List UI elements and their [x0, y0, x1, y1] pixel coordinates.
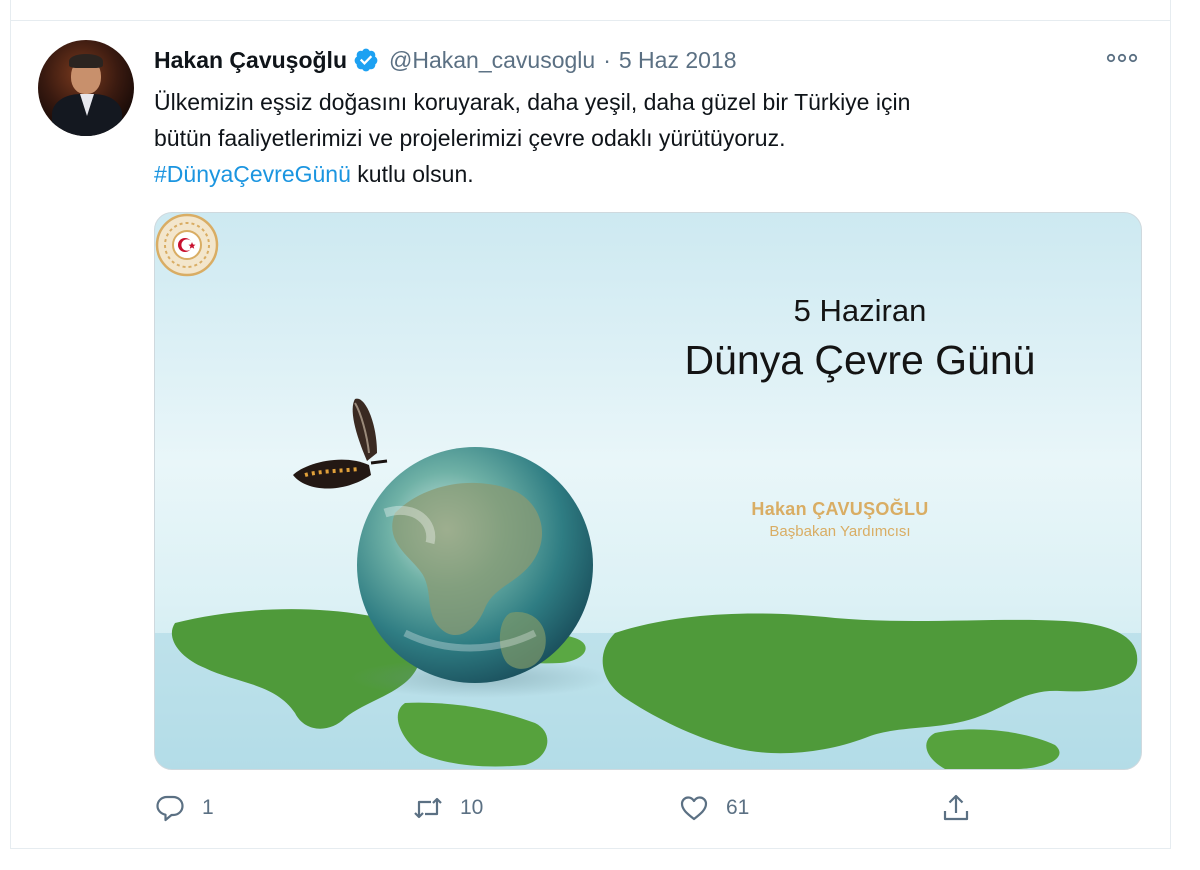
retweet-count: 10 — [460, 796, 484, 819]
tweet-text-line-1: Ülkemizin eşsiz doğasını koruyarak, daha… — [154, 89, 911, 115]
gov-seal-logo — [155, 213, 219, 277]
tweet-media-image[interactable]: 5 Haziran Dünya Çevre Günü Hakan ÇAVUŞOĞ… — [154, 212, 1142, 770]
media-name-line: Hakan ÇAVUŞOĞLU — [751, 499, 929, 519]
retweet-arrows-icon — [414, 797, 442, 819]
share-upload-icon — [943, 794, 969, 821]
verified-badge-icon — [354, 48, 378, 72]
hashtag-link[interactable]: #DünyaÇevreGünü — [154, 161, 351, 187]
next-tweet-edge — [0, 849, 1200, 870]
tweet-date[interactable]: 5 Haz 2018 — [619, 47, 737, 74]
media-date-line: 5 Haziran — [793, 293, 927, 328]
share-button[interactable] — [940, 786, 972, 830]
tweet-text: Ülkemizin eşsiz doğasını koruyarak, daha… — [154, 84, 1144, 192]
more-dots-icon[interactable] — [1105, 48, 1139, 68]
author-name[interactable]: Hakan Çavuşoğlu — [154, 47, 347, 74]
reply-bubble-icon — [156, 795, 184, 822]
reply-button[interactable]: 1 — [154, 786, 214, 830]
media-role-line: Başbakan Yardımcısı — [769, 523, 911, 540]
like-button[interactable]: 61 — [678, 786, 749, 830]
tweet-page: Hakan Çavuşoğlu @Hakan_cavusoglu · 5 Haz… — [0, 0, 1200, 870]
reply-count: 1 — [202, 796, 214, 819]
tweet-header: Hakan Çavuşoğlu @Hakan_cavusoglu · 5 Haz… — [154, 42, 737, 78]
retweet-button[interactable]: 10 — [412, 786, 483, 830]
author-avatar[interactable] — [38, 40, 134, 136]
heart-icon — [680, 796, 708, 821]
like-count: 61 — [726, 796, 750, 819]
butterfly-illustration — [293, 398, 388, 489]
timeline-border-right — [1170, 0, 1171, 870]
tweet-actions-bar: 1 10 61 — [154, 786, 1140, 830]
avatar-hair — [69, 54, 103, 68]
tweet-text-line-3: #DünyaÇevreGünü kutlu olsun. — [154, 156, 1144, 192]
header-separator: · — [603, 46, 611, 73]
author-handle[interactable]: @Hakan_cavusoglu — [389, 47, 595, 74]
tweet-text-tail: kutlu olsun. — [350, 161, 474, 187]
timeline-divider-top — [10, 20, 1171, 21]
media-title: Dünya Çevre Günü — [684, 337, 1036, 383]
timeline-border-left — [10, 0, 11, 870]
tweet-text-line-2: bütün faaliyetlerimizi ve projelerimizi … — [154, 125, 786, 151]
